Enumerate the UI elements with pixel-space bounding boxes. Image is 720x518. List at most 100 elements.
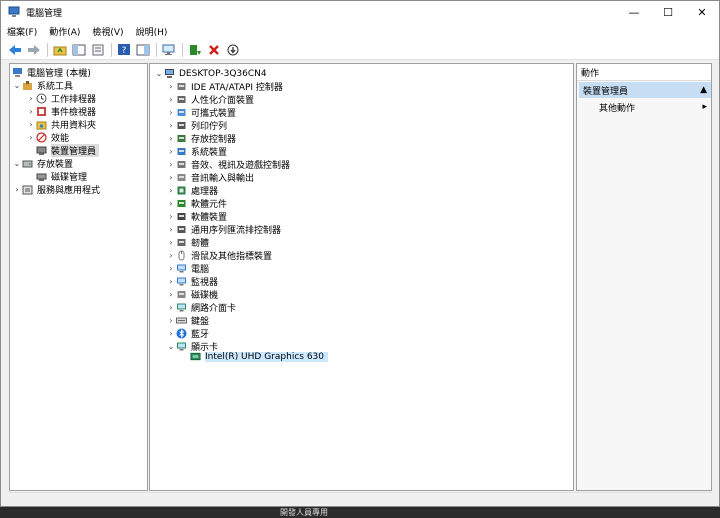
computer-management-window: 電腦管理 — ☐ ✕ 檔案(F) 動作(A) 檢視(V) 說明(H) ? 電腦管 (0, 0, 720, 507)
expand-chevron-icon[interactable]: › (166, 95, 176, 104)
menu-file[interactable]: 檔案(F) (7, 25, 37, 38)
device-category-label: 音效、視訊及遊戲控制器 (191, 161, 291, 171)
device-category-monitor[interactable]: › 監視器 (166, 275, 218, 288)
tree-item-computer-management[interactable]: 電腦管理 (本機) (12, 66, 91, 79)
tree-item-shared-folders[interactable]: › 共用資料夾 (26, 118, 96, 131)
device-category-processor[interactable]: › 處理器 (166, 184, 218, 197)
device-category-software-device[interactable]: › 軟體裝置 (166, 210, 227, 223)
expand-chevron-icon[interactable]: › (26, 107, 36, 116)
expand-chevron-icon[interactable]: › (166, 147, 176, 156)
device-category-firmware[interactable]: › 韌體 (166, 236, 209, 249)
expand-chevron-icon[interactable]: › (166, 290, 176, 299)
maximize-button[interactable]: ☐ (651, 1, 685, 23)
menu-help[interactable]: 說明(H) (136, 25, 168, 38)
more-actions-label: 其他動作 (599, 103, 636, 114)
scan-hardware-icon[interactable] (161, 42, 177, 58)
expand-chevron-icon[interactable]: › (166, 303, 176, 312)
device-category-network-adapter[interactable]: › 網路介面卡 (166, 301, 236, 314)
properties-icon[interactable] (90, 42, 106, 58)
expand-chevron-icon[interactable]: › (166, 251, 176, 260)
monitor-icon (176, 276, 187, 287)
minimize-button[interactable]: — (617, 1, 651, 23)
tree-item-event-viewer[interactable]: › 事件檢視器 (26, 105, 96, 118)
tree-item-services[interactable]: › 服務與應用程式 (12, 183, 100, 196)
device-category-label: 音訊輸入與輸出 (191, 174, 255, 184)
expand-chevron-icon[interactable]: › (166, 199, 176, 208)
expand-chevron-icon[interactable]: › (166, 329, 176, 338)
device-category-usb-controller[interactable]: › 通用序列匯流排控制器 (166, 223, 281, 236)
tree-label: 電腦管理 (本機) (27, 69, 91, 79)
expand-chevron-icon[interactable]: › (166, 82, 176, 91)
expand-chevron-icon[interactable]: › (166, 225, 176, 234)
print-queue-icon (176, 120, 187, 131)
device-category-mouse[interactable]: › 滑鼠及其他指標裝置 (166, 249, 272, 262)
expand-chevron-icon[interactable]: › (166, 160, 176, 169)
tree-item-system-tools[interactable]: ⌄ 系統工具 (12, 79, 73, 92)
back-arrow-icon[interactable] (7, 42, 23, 58)
actions-section-device-manager[interactable]: 裝置管理員 ▲ (579, 82, 711, 98)
menu-view[interactable]: 檢視(V) (92, 25, 123, 38)
device-root-computer[interactable]: ⌄ DESKTOP-3Q36CN4 (154, 67, 267, 80)
firmware-icon (176, 237, 187, 248)
tree-item-performance[interactable]: › 效能 (26, 131, 69, 144)
collapse-chevron-icon[interactable]: ⌄ (166, 342, 176, 351)
collapse-triangle-icon[interactable]: ▲ (700, 85, 707, 95)
expand-chevron-icon[interactable]: › (26, 94, 36, 103)
device-category-print-queue[interactable]: › 列印佇列 (166, 119, 227, 132)
disable-device-icon[interactable] (225, 42, 241, 58)
collapse-chevron-icon[interactable]: ⌄ (12, 159, 22, 168)
collapse-chevron-icon[interactable]: ⌄ (12, 81, 22, 90)
expand-chevron-icon[interactable]: › (26, 133, 36, 142)
collapse-chevron-icon[interactable]: ⌄ (154, 69, 164, 78)
expand-chevron-icon[interactable]: › (166, 108, 176, 117)
tree-item-disk-management[interactable]: 磁碟管理 (36, 170, 87, 183)
device-category-ide-controller[interactable]: › IDE ATA/ATAPI 控制器 (166, 80, 283, 93)
more-actions-item[interactable]: 其他動作 ▸ (599, 100, 711, 114)
expand-chevron-icon[interactable]: › (166, 121, 176, 130)
action-pane-icon[interactable] (135, 42, 151, 58)
device-intel-uhd-graphics[interactable]: Intel(R) UHD Graphics 630 (190, 350, 328, 363)
expand-chevron-icon[interactable]: › (166, 173, 176, 182)
update-driver-icon[interactable] (187, 42, 203, 58)
device-category-computer[interactable]: › 電腦 (166, 262, 209, 275)
portable-device-icon (176, 107, 187, 118)
close-button[interactable]: ✕ (685, 1, 719, 23)
device-category-storage-controller[interactable]: › 存放控制器 (166, 132, 236, 145)
tree-label: 共用資料夾 (51, 121, 97, 131)
system-device-icon (176, 146, 187, 157)
uninstall-device-icon[interactable] (206, 42, 222, 58)
device-category-hid[interactable]: › 人性化介面裝置 (166, 93, 254, 106)
ide-controller-icon (176, 81, 187, 92)
device-category-software-component[interactable]: › 軟體元件 (166, 197, 227, 210)
expand-chevron-icon[interactable]: › (12, 185, 22, 194)
expand-chevron-icon[interactable]: › (166, 277, 176, 286)
tree-item-storage[interactable]: ⌄ 存放裝置 (12, 157, 73, 170)
device-category-system-device[interactable]: › 系統裝置 (166, 145, 227, 158)
device-category-audio-io[interactable]: › 音訊輸入與輸出 (166, 171, 254, 184)
tree-label: 效能 (51, 134, 70, 144)
show-hide-tree-icon[interactable] (71, 42, 87, 58)
tree-item-device-manager[interactable]: 裝置管理員 (36, 144, 100, 157)
device-category-label: 可攜式裝置 (191, 109, 237, 119)
device-category-bluetooth[interactable]: › 藍牙 (166, 327, 209, 340)
computer-management-icon (8, 6, 20, 18)
disk-management-icon (36, 171, 47, 182)
expand-chevron-icon[interactable]: › (166, 186, 176, 195)
help-icon[interactable]: ? (116, 42, 132, 58)
menu-action[interactable]: 動作(A) (49, 25, 80, 38)
expand-chevron-icon[interactable]: › (166, 134, 176, 143)
expand-chevron-icon[interactable]: › (166, 212, 176, 221)
tree-item-task-scheduler[interactable]: › 工作排程器 (26, 92, 96, 105)
device-category-portable-device[interactable]: › 可攜式裝置 (166, 106, 236, 119)
expand-chevron-icon[interactable]: › (166, 264, 176, 273)
tree-label: 存放裝置 (37, 160, 74, 170)
mouse-icon (176, 250, 187, 261)
device-category-sound-video[interactable]: › 音效、視訊及遊戲控制器 (166, 158, 290, 171)
up-folder-icon[interactable] (52, 42, 68, 58)
device-category-keyboard[interactable]: › 鍵盤 (166, 314, 209, 327)
forward-arrow-icon[interactable] (26, 42, 42, 58)
expand-chevron-icon[interactable]: › (166, 316, 176, 325)
device-category-disk-drive[interactable]: › 磁碟機 (166, 288, 218, 301)
expand-chevron-icon[interactable]: › (166, 238, 176, 247)
expand-chevron-icon[interactable]: › (26, 120, 36, 129)
